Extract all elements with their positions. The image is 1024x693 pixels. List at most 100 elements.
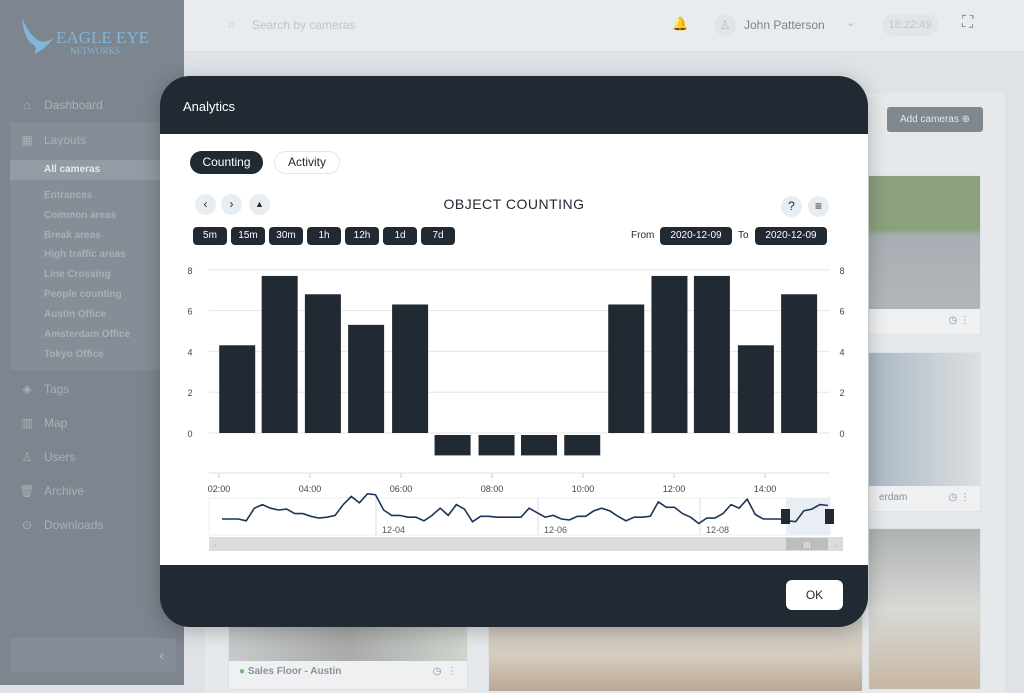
history-icon[interactable]: ◷ <box>948 492 957 503</box>
sidebar-item-layouts[interactable]: ▦ Layouts <box>10 125 184 155</box>
logo-text: EAGLE EYE <box>56 28 150 47</box>
bar <box>521 435 558 456</box>
analytics-modal: Analytics Counting Activity ‹ › ▲ OBJECT… <box>160 76 868 627</box>
bar <box>608 304 645 433</box>
y-tick-label-right: 8 <box>839 266 844 276</box>
tag-icon: ◈ <box>22 382 32 396</box>
bar <box>304 294 341 433</box>
bar <box>219 345 256 433</box>
layout-common-areas[interactable]: Common areas <box>44 210 116 221</box>
navigator-handle-right <box>825 509 834 524</box>
camera-tile[interactable]: erdam ◷ ⋮ <box>868 352 981 512</box>
x-tick-label: 10:00 <box>572 484 595 494</box>
bar <box>348 324 385 433</box>
layout-line-crossing[interactable]: Line Crossing <box>44 269 111 280</box>
navigator-label: 12-04 <box>382 525 405 535</box>
scroll-right-icon: › <box>834 540 837 550</box>
x-tick-label: 14:00 <box>754 484 777 494</box>
x-tick-label: 04:00 <box>299 484 322 494</box>
home-icon: ⌂ <box>23 98 31 112</box>
bar <box>693 275 730 433</box>
camera-thumbnail <box>869 529 980 689</box>
more-icon[interactable]: ⋮ <box>960 315 970 326</box>
history-icon[interactable]: ◷ <box>948 315 957 326</box>
sidebar-item-downloads[interactable]: ⊙ Downloads <box>10 510 184 540</box>
tile-footer: ◷ ⋮ <box>869 308 980 334</box>
sidebar-item-label: Layouts <box>44 133 87 147</box>
camera-thumbnail <box>869 176 980 309</box>
bar <box>651 275 688 433</box>
bar <box>478 435 515 456</box>
eagle-eye-logo: EAGLE EYE NETWORKS <box>20 16 149 61</box>
modal-title: Analytics <box>183 99 236 114</box>
layout-break-areas[interactable]: Break areas <box>44 230 101 241</box>
y-tick-label-right: 2 <box>839 388 844 398</box>
avatar: ♙ <box>714 14 736 36</box>
navigator-label: 12-08 <box>706 525 729 535</box>
sidebar-item-label: Users <box>44 450 76 464</box>
sidebar-item-users[interactable]: ♙ Users <box>10 442 184 472</box>
bell-icon[interactable]: 🔔 <box>672 16 688 32</box>
y-tick-label: 6 <box>187 307 192 317</box>
logo-subtext: NETWORKS <box>70 46 120 56</box>
layout-austin-office[interactable]: Austin Office <box>44 309 106 320</box>
modal-body: Counting Activity ‹ › ▲ OBJECT COUNTING … <box>160 134 868 565</box>
navigator-label: 12-06 <box>544 525 567 535</box>
collapse-sidebar-button[interactable]: ‹ <box>10 638 176 672</box>
clock: 18:22:49 <box>882 14 938 36</box>
chevron-down-icon[interactable]: ⌄ <box>846 16 855 29</box>
bar <box>781 294 818 433</box>
history-icon[interactable]: ◷ <box>433 666 442 677</box>
ok-button[interactable]: OK <box>786 580 843 610</box>
bar <box>564 435 601 456</box>
x-tick-label: 02:00 <box>208 484 231 494</box>
search-input[interactable]: Search by cameras <box>252 18 355 32</box>
layout-people-counting[interactable]: People counting <box>44 289 122 300</box>
scrollbar-grip-icon: III <box>804 541 811 550</box>
sidebar-item-dashboard[interactable]: ⌂ Dashboard <box>10 90 184 120</box>
bar <box>434 435 471 456</box>
eagle-logo-icon <box>22 18 54 54</box>
camera-tile[interactable]: ◷ ⋮ <box>868 175 981 335</box>
y-tick-label-right: 6 <box>839 307 844 317</box>
x-tick-label: 08:00 <box>481 484 504 494</box>
sidebar-item-label: Archive <box>44 484 85 498</box>
fullscreen-icon[interactable]: ⛶ <box>962 14 973 32</box>
y-tick-label: 0 <box>187 429 192 439</box>
y-tick-label-right: 4 <box>839 347 844 357</box>
sidebar-item-map[interactable]: ▥ Map <box>10 408 184 438</box>
navigator-handle-left <box>781 509 790 524</box>
layout-all-cameras[interactable]: All cameras <box>10 160 160 180</box>
scroll-left-icon: ‹ <box>214 540 217 550</box>
y-tick-label: 4 <box>187 347 192 357</box>
sidebar-item-archive[interactable]: 🗑 Archive <box>10 476 184 506</box>
more-icon[interactable]: ⋮ <box>447 666 457 677</box>
user-name[interactable]: John Patterson <box>744 18 825 32</box>
tile-footer: erdam ◷ ⋮ <box>869 485 980 511</box>
navigator-selection <box>786 498 830 535</box>
layouts-icon: ▦ <box>21 133 33 147</box>
x-tick-label: 12:00 <box>663 484 686 494</box>
sidebar-item-label: Map <box>44 416 68 430</box>
add-cameras-button[interactable]: Add cameras ⊕ <box>887 107 983 132</box>
trash-icon: 🗑 <box>19 484 35 498</box>
layout-tokyo-office[interactable]: Tokyo Office <box>44 349 104 360</box>
chevron-left-icon: ‹ <box>159 647 164 663</box>
camera-name: Sales Floor - Austin <box>247 666 342 677</box>
y-tick-label-right: 0 <box>839 429 844 439</box>
camera-tile[interactable] <box>868 528 981 689</box>
layout-entrances[interactable]: Entrances <box>44 190 92 201</box>
object-counting-chart: 0 0 2 2 4 4 6 6 8 8 02:00 04:00 06:00 08:00 10:00 12:00… <box>187 266 845 551</box>
layout-high-traffic[interactable]: High traffic areas <box>44 249 126 260</box>
layout-amsterdam-office[interactable]: Amsterdam Office <box>44 329 130 340</box>
status-dot-icon: ● <box>239 666 246 677</box>
sidebar-item-tags[interactable]: ◈ Tags <box>10 374 184 404</box>
scrollbar-track[interactable] <box>209 537 843 551</box>
bar <box>261 275 298 433</box>
sidebar-item-label: Downloads <box>44 518 104 532</box>
camera-name: erdam <box>879 492 908 503</box>
sidebar-item-label: Dashboard <box>44 98 103 112</box>
top-bar: ⌕ Search by cameras 🔔 ♙ John Patterson ⌄… <box>184 0 1024 52</box>
more-icon[interactable]: ⋮ <box>960 492 970 503</box>
map-icon: ▥ <box>21 416 33 430</box>
